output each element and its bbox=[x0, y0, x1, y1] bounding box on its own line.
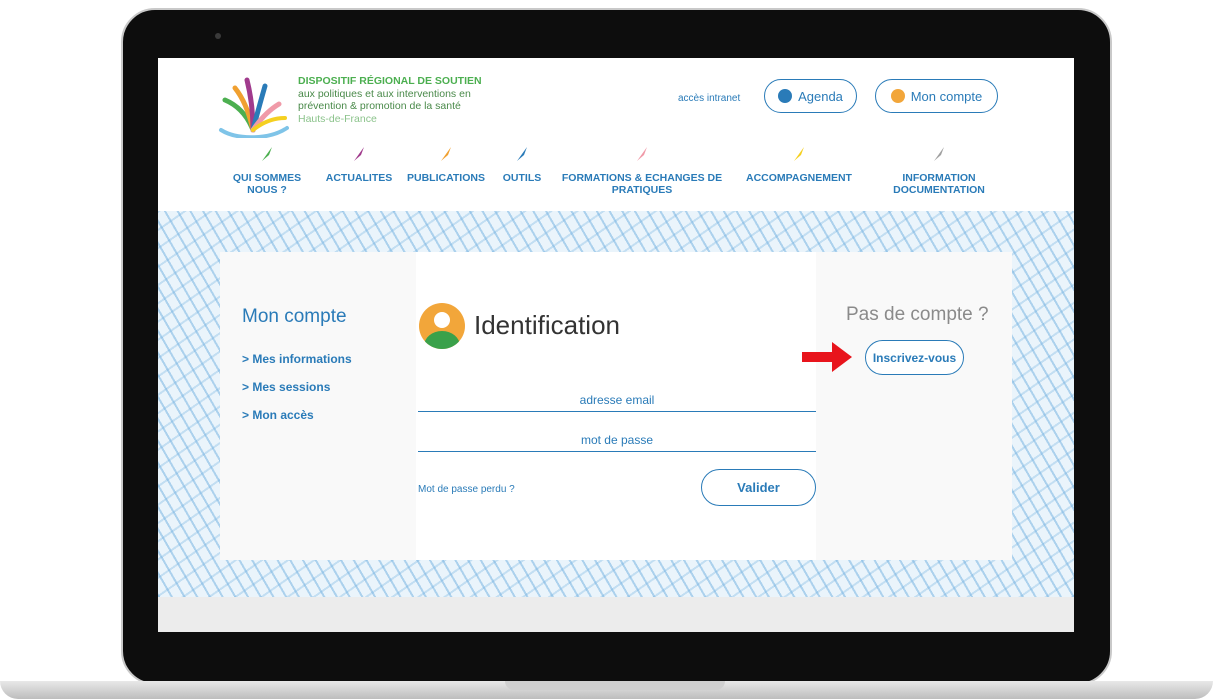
sidebar-link-sessions[interactable]: > Mes sessions bbox=[242, 380, 330, 394]
intranet-link[interactable]: accès intranet bbox=[678, 93, 740, 104]
nav-label-2: PRATIQUES bbox=[611, 184, 673, 196]
footer-strip bbox=[158, 597, 1074, 632]
nav-label: OUTILS bbox=[502, 172, 542, 184]
sidebar-link-acces[interactable]: > Mon accès bbox=[242, 408, 314, 422]
email-field[interactable] bbox=[418, 388, 816, 412]
nav-label: PUBLICATIONS bbox=[407, 172, 485, 184]
lost-password-link[interactable]: Mot de passe perdu ? bbox=[418, 484, 515, 495]
screen: DISPOSITIF RÉGIONAL DE SOUTIEN aux polit… bbox=[158, 58, 1074, 632]
org-name: DISPOSITIF RÉGIONAL DE SOUTIEN aux polit… bbox=[298, 75, 482, 125]
nav-publications[interactable]: PUBLICATIONS bbox=[404, 146, 488, 184]
arrow-right-icon bbox=[802, 342, 852, 372]
nav-label-2: DOCUMENTATION bbox=[893, 184, 985, 196]
leaf-icon bbox=[354, 147, 364, 161]
leaf-icon bbox=[262, 147, 272, 161]
signup-button[interactable]: Inscrivez-vous bbox=[865, 340, 964, 375]
nav-label: ACTUALITES bbox=[325, 172, 393, 184]
sidebar-title: Mon compte bbox=[242, 306, 347, 327]
nav-formations[interactable]: FORMATIONS & ECHANGES DE PRATIQUES bbox=[556, 146, 728, 196]
nav-label: FORMATIONS & ECHANGES DE bbox=[561, 172, 723, 184]
leaf-icon bbox=[441, 147, 451, 161]
org-line-4: Hauts-de-France bbox=[298, 112, 377, 125]
nav-outils[interactable]: OUTILS bbox=[500, 146, 544, 184]
no-account-title: Pas de compte ? bbox=[846, 304, 989, 325]
nav-actualites[interactable]: ACTUALITES bbox=[324, 146, 394, 184]
org-line-3: prévention & promotion de la santé bbox=[298, 100, 461, 112]
nav-label-2: NOUS ? bbox=[247, 184, 287, 196]
nav-label: INFORMATION bbox=[902, 172, 976, 184]
sidebar-link-informations[interactable]: > Mes informations bbox=[242, 352, 352, 366]
agenda-label: Agenda bbox=[798, 88, 843, 104]
avatar-head bbox=[434, 312, 450, 328]
leaf-icon bbox=[637, 147, 647, 161]
org-line-1: DISPOSITIF RÉGIONAL DE SOUTIEN bbox=[298, 75, 482, 87]
avatar-shoulders bbox=[424, 331, 460, 349]
password-field[interactable] bbox=[418, 428, 816, 452]
leaf-icon bbox=[794, 147, 804, 161]
nav-label: ACCOMPAGNEMENT bbox=[746, 172, 852, 184]
agenda-button[interactable]: Agenda bbox=[764, 79, 857, 113]
leaf-icon bbox=[934, 147, 944, 161]
leaf-icon bbox=[517, 147, 527, 161]
user-icon bbox=[890, 89, 905, 103]
submit-button[interactable]: Valider bbox=[701, 469, 816, 506]
webcam-dot bbox=[215, 33, 221, 39]
org-line-2: aux politiques et aux interventions en bbox=[298, 87, 471, 100]
login-title: Identification bbox=[474, 310, 620, 340]
account-button[interactable]: Mon compte bbox=[875, 79, 998, 113]
laptop-notch bbox=[505, 681, 725, 690]
account-label: Mon compte bbox=[910, 88, 983, 104]
user-avatar-icon bbox=[419, 303, 465, 349]
calendar-icon bbox=[778, 89, 793, 103]
nav-label: QUI SOMMES bbox=[232, 172, 302, 184]
nav-information-documentation[interactable]: INFORMATION DOCUMENTATION bbox=[880, 146, 998, 196]
nav-accompagnement[interactable]: ACCOMPAGNEMENT bbox=[740, 146, 858, 184]
logo-icon[interactable] bbox=[217, 70, 289, 138]
nav-qui-sommes-nous[interactable]: QUI SOMMES NOUS ? bbox=[228, 146, 306, 196]
